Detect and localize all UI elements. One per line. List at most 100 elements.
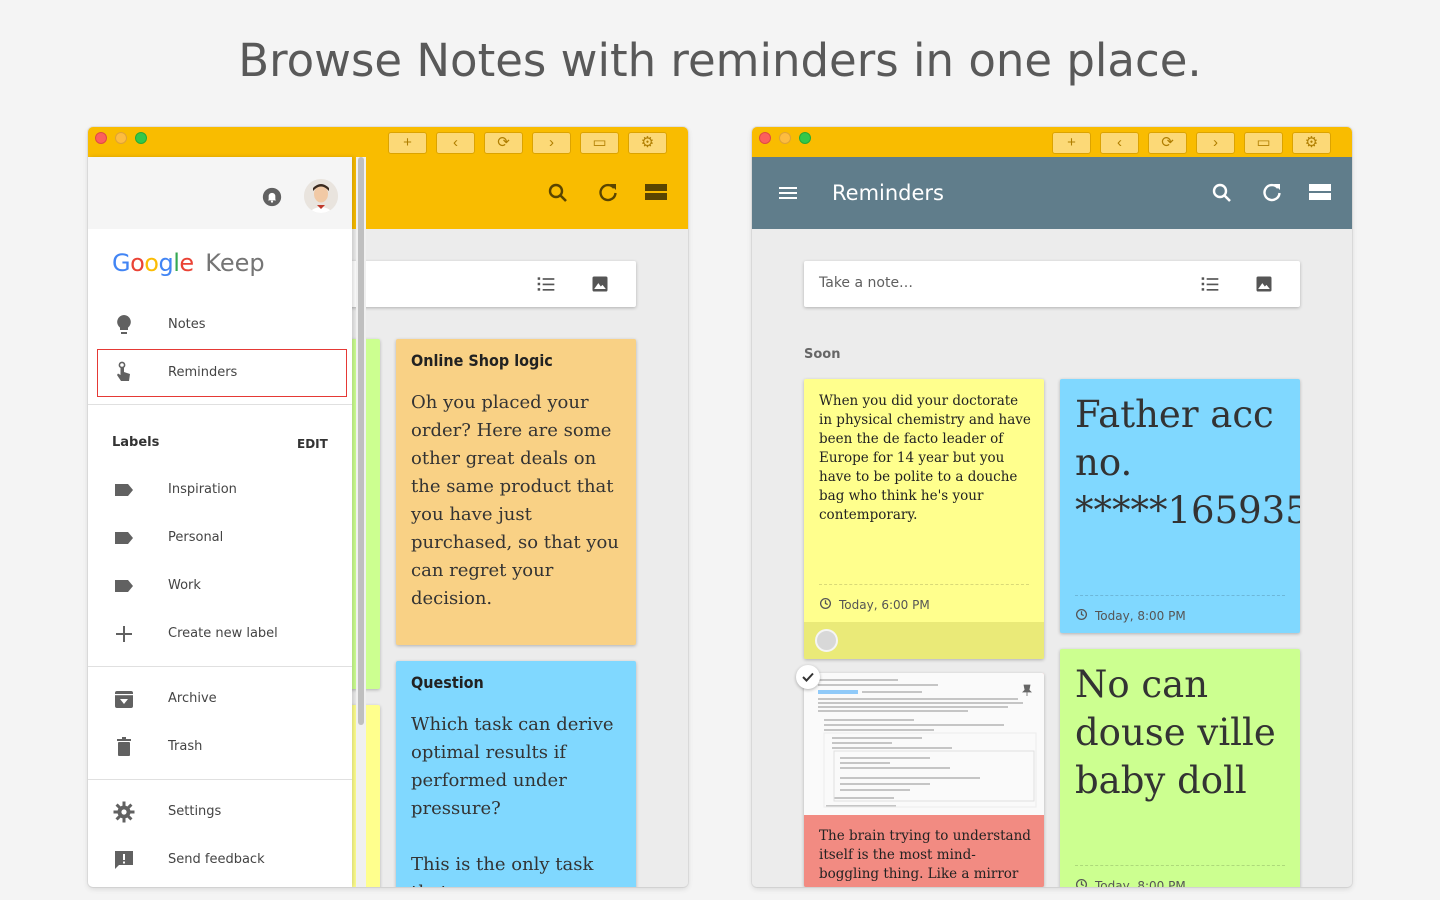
zoom-window-button[interactable] (799, 132, 811, 144)
menu-icon[interactable] (776, 181, 800, 205)
google-letter: G (112, 249, 131, 277)
google-letter: o (130, 249, 145, 277)
search-icon[interactable] (1210, 181, 1234, 205)
select-note-checkbox[interactable] (815, 629, 838, 652)
note-body-continued: This is the only task that (411, 854, 594, 887)
drawer-item-send-feedback[interactable]: Send feedback (88, 836, 352, 884)
drawer-item-label: Notes (168, 317, 206, 332)
take-note-bar[interactable] (348, 261, 636, 307)
drawer-item-create-label[interactable]: Create new label (88, 610, 352, 658)
checklist-icon[interactable] (1200, 274, 1220, 294)
page-headline: Browse Notes with reminders in one place… (238, 34, 1202, 87)
checklist-icon[interactable] (536, 274, 556, 294)
plus-icon: + (403, 134, 412, 151)
refresh-icon: ⟳ (1161, 134, 1174, 151)
note-body: Which task can derive optimal results if… (411, 714, 614, 819)
drawer-item-archive[interactable]: Archive (88, 675, 352, 723)
reminder-time: Today, 8:00 PM (1095, 609, 1186, 623)
navigation-drawer: Google Keep Notes Reminders Labels EDIT … (88, 157, 352, 887)
search-icon[interactable] (546, 181, 570, 205)
clock-icon (819, 597, 832, 610)
select-note-checkbox-checked[interactable] (796, 665, 820, 689)
drawer-item-label-inspiration[interactable]: Inspiration (88, 466, 352, 514)
toolbar-back-button[interactable]: ‹ (436, 132, 475, 154)
drawer-scrollbar-thumb[interactable] (358, 157, 364, 725)
reminder-time: Today, 6:00 PM (839, 598, 930, 612)
refresh-icon: ⟳ (497, 134, 510, 151)
plus-icon: + (1067, 134, 1076, 151)
bulb-icon (117, 315, 131, 334)
avatar[interactable] (304, 179, 338, 213)
note-card-brain[interactable]: The brain trying to understand itself is… (804, 673, 1044, 887)
drawer-item-reminders[interactable]: Reminders (88, 349, 352, 397)
drawer-divider (88, 404, 352, 405)
note-action-bar (804, 622, 1044, 659)
drawer-scrollbar[interactable] (356, 157, 366, 887)
check-icon (802, 672, 814, 682)
refresh-icon[interactable] (596, 181, 620, 205)
reminders-area: Take a note… Soon When you did your doct… (752, 229, 1352, 887)
right-app-window: + ‹ ⟳ › ▭ ⚙ Reminders Take a note… Soon … (752, 127, 1352, 887)
list-view-icon[interactable] (1308, 181, 1332, 205)
gear-icon: ⚙ (1304, 134, 1319, 151)
drawer-item-trash[interactable]: Trash (88, 723, 352, 771)
zoom-window-button[interactable] (135, 132, 147, 144)
user-portrait-icon (304, 179, 338, 213)
toolbar-folder-button[interactable]: ▭ (580, 132, 619, 154)
notifications-icon[interactable] (262, 187, 282, 207)
label-icon (115, 532, 133, 544)
toolbar-forward-button[interactable]: › (1196, 132, 1235, 154)
take-note-bar[interactable]: Take a note… (804, 261, 1300, 307)
note-big-text: No can douse ville baby doll (1075, 663, 1276, 802)
toolbar-forward-button[interactable]: › (532, 132, 571, 154)
minimize-window-button[interactable] (779, 132, 791, 144)
minimize-window-button[interactable] (115, 132, 127, 144)
toolbar-settings-button[interactable]: ⚙ (628, 132, 667, 154)
back-icon: ‹ (1117, 134, 1122, 151)
drawer-item-label: Reminders (168, 365, 238, 380)
plus-icon (116, 626, 132, 642)
note-body: Oh you placed your order? Here are some … (411, 392, 619, 609)
window-titlebar: + ‹ ⟳ › ▭ ⚙ (88, 127, 688, 157)
note-card-father-acc[interactable]: Father acc no. *****165935 Today, 8:00 P… (1060, 379, 1300, 633)
drawer-item-label-personal[interactable]: Personal (88, 514, 352, 562)
note-card-doctorate[interactable]: When you did your doctorate in physical … (804, 379, 1044, 659)
drawer-item-label: Trash (168, 739, 203, 754)
forward-icon: › (1213, 134, 1218, 151)
section-heading-soon: Soon (804, 347, 841, 362)
refresh-icon[interactable] (1260, 181, 1284, 205)
drawer-item-label-work[interactable]: Work (88, 562, 352, 610)
image-icon[interactable] (590, 274, 610, 294)
toolbar-settings-button[interactable]: ⚙ (1292, 132, 1331, 154)
toolbar-add-button[interactable]: + (388, 132, 427, 154)
label-icon (115, 484, 133, 496)
clock-icon (1075, 608, 1088, 621)
drawer-divider (88, 779, 352, 780)
list-view-icon[interactable] (644, 181, 668, 205)
folder-icon: ▭ (592, 134, 607, 151)
close-window-button[interactable] (759, 132, 771, 144)
note-card-online-shop[interactable]: Online Shop logic Oh you placed your ord… (396, 339, 636, 645)
image-icon[interactable] (1254, 274, 1274, 294)
toolbar-add-button[interactable]: + (1052, 132, 1091, 154)
note-body: When you did your doctorate in physical … (819, 393, 1031, 523)
gear-icon: ⚙ (640, 134, 655, 151)
note-title: Question (411, 673, 484, 692)
labels-edit-button[interactable]: EDIT (297, 437, 328, 451)
labels-heading: Labels (112, 435, 160, 450)
note-body: The brain trying to understand itself is… (819, 828, 1031, 882)
note-card-no-can-douse[interactable]: No can douse ville baby doll Today, 8:00… (1060, 649, 1300, 887)
google-letter: g (158, 249, 174, 277)
note-divider (1075, 865, 1285, 866)
toolbar-back-button[interactable]: ‹ (1100, 132, 1139, 154)
drawer-item-settings[interactable]: Settings (88, 788, 352, 836)
toolbar-refresh-button[interactable]: ⟳ (1148, 132, 1187, 154)
forward-icon: › (549, 134, 554, 151)
note-card-question[interactable]: Question Which task can derive optimal r… (396, 661, 636, 887)
gear-icon (113, 801, 135, 823)
toolbar-folder-button[interactable]: ▭ (1244, 132, 1283, 154)
toolbar-refresh-button[interactable]: ⟳ (484, 132, 523, 154)
drawer-item-notes[interactable]: Notes (88, 301, 352, 349)
close-window-button[interactable] (95, 132, 107, 144)
note-big-text: Father acc no. *****165935 (1075, 393, 1300, 532)
